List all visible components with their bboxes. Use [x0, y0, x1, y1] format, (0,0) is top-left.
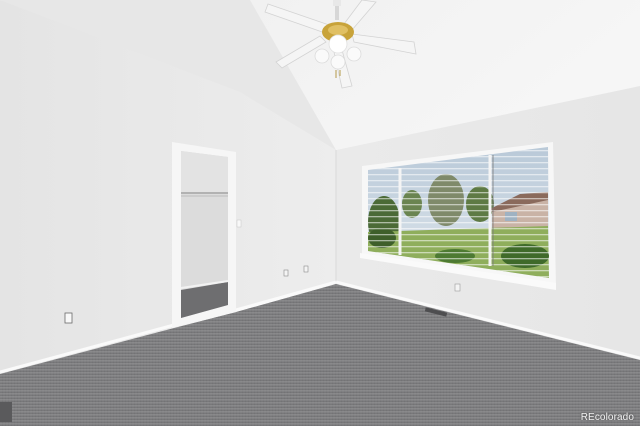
watermark-text: REcolorado	[580, 412, 634, 423]
outlet-right	[454, 283, 461, 292]
outlet-mid-2	[303, 265, 309, 273]
floor-register-bottom-left	[0, 402, 12, 422]
closet-doorway	[172, 142, 236, 328]
bedroom-photo	[0, 0, 640, 426]
light-switch	[236, 219, 242, 228]
outlet-mid-1	[283, 269, 289, 277]
outlet-left	[64, 312, 73, 324]
